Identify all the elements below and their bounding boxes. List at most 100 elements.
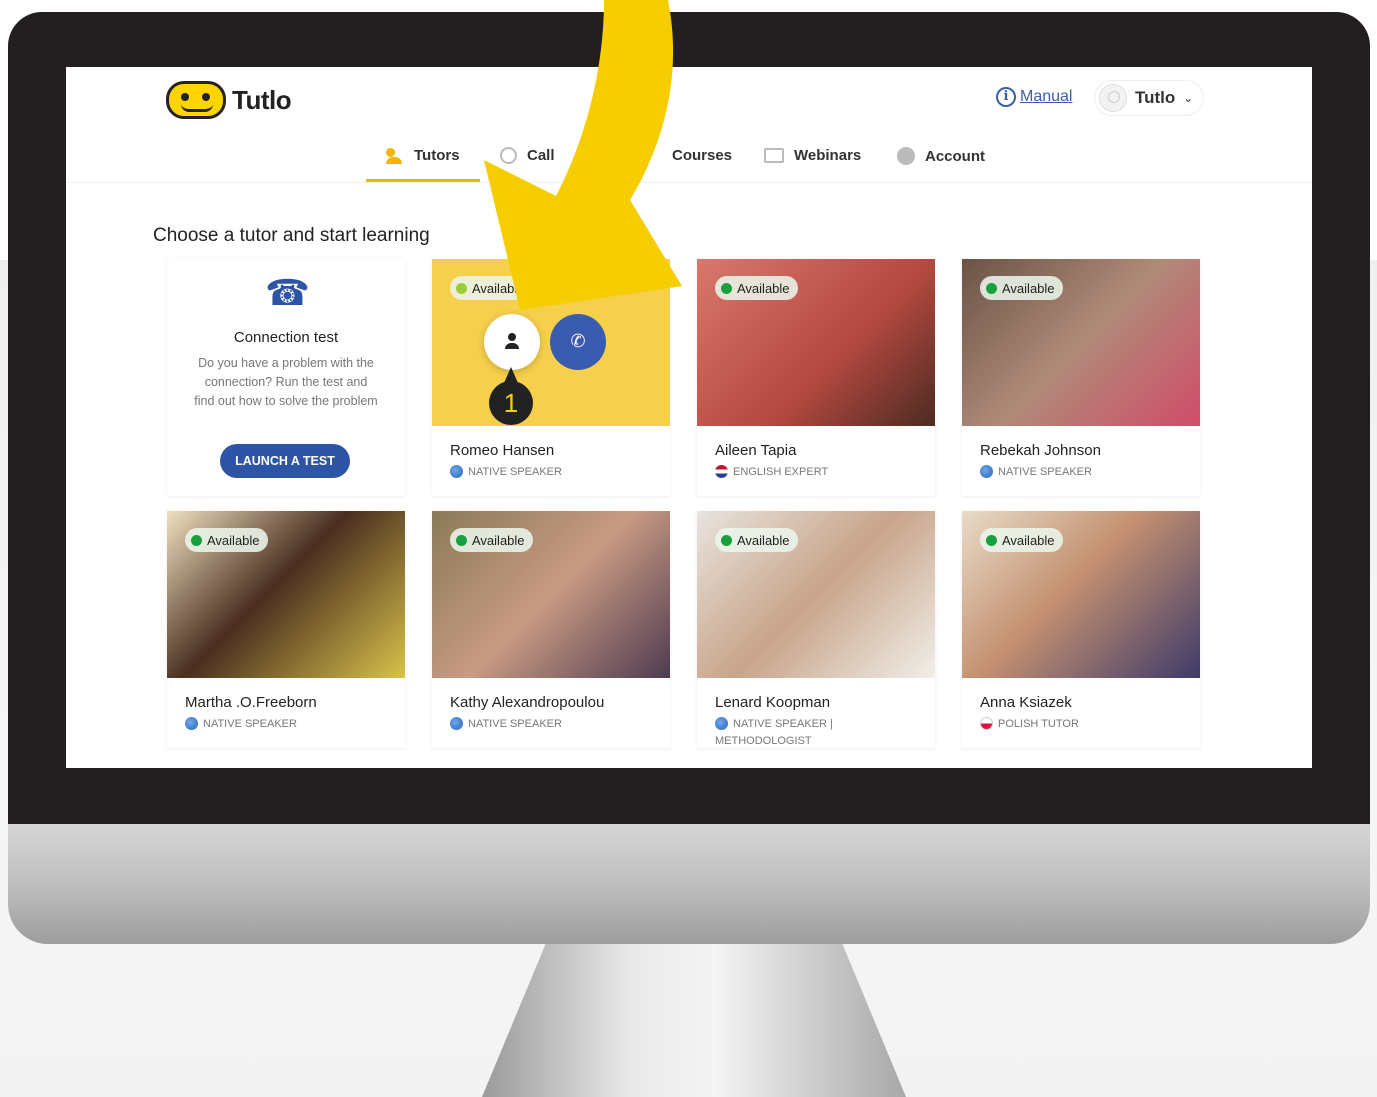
user-menu[interactable]: Tutlo ⌄ bbox=[1094, 80, 1205, 116]
chevron-down-icon: ⌄ bbox=[1183, 91, 1194, 105]
tutor-photo: Available bbox=[697, 511, 935, 678]
status-label: Available bbox=[737, 532, 790, 548]
tutor-name: Martha .O.Freeborn bbox=[185, 694, 317, 711]
status-label: Available bbox=[1002, 280, 1055, 296]
monitor-stand bbox=[482, 944, 906, 1097]
tutor-role-label: POLISH TUTOR bbox=[998, 717, 1079, 730]
status-badge: Available bbox=[715, 528, 798, 552]
tutor-role: NATIVE SPEAKER | bbox=[715, 717, 833, 730]
tutor-role: NATIVE SPEAKER bbox=[450, 717, 562, 730]
globe-flag-icon bbox=[450, 717, 463, 730]
tutor-card[interactable]: Available Lenard Koopman NATIVE SPEAKER … bbox=[697, 511, 935, 748]
main-nav: Tutors Call Courses Webinars Account bbox=[66, 133, 1312, 183]
step-marker: 1 bbox=[489, 367, 533, 425]
tutor-role-label: NATIVE SPEAKER bbox=[468, 717, 562, 730]
connection-test-title: Connection test bbox=[233, 329, 339, 346]
tutor-role: NATIVE SPEAKER bbox=[980, 465, 1092, 478]
manual-link-label: Manual bbox=[1020, 88, 1073, 105]
tutor-photo: Available bbox=[432, 511, 670, 678]
monitor-chin bbox=[8, 824, 1370, 944]
status-badge: Available bbox=[450, 276, 533, 300]
app-header: Tutlo i Manual Tutlo ⌄ bbox=[66, 67, 1312, 133]
tutor-photo: Available ✆ 1 bbox=[432, 259, 670, 426]
tutor-photo: Available bbox=[697, 259, 935, 426]
status-dot-icon bbox=[191, 534, 202, 546]
status-badge: Available bbox=[980, 528, 1063, 552]
logo-text: Tutlo bbox=[232, 84, 292, 115]
status-label: Available bbox=[472, 532, 525, 548]
status-dot-icon bbox=[721, 534, 732, 546]
tutor-card[interactable]: Available Martha .O.Freeborn NATIVE SPEA… bbox=[167, 511, 405, 748]
tutor-role-secondary: METHODOLOGIST bbox=[715, 735, 812, 747]
tab-label: Webinars bbox=[794, 147, 862, 164]
status-badge: Available bbox=[980, 276, 1063, 300]
tutor-role-label: NATIVE SPEAKER bbox=[203, 717, 297, 730]
status-label: Available bbox=[207, 532, 260, 548]
connection-test-card: ☎ Connection test Do you have a problem … bbox=[167, 259, 405, 496]
poland-flag-icon bbox=[980, 717, 993, 730]
logo[interactable]: Tutlo bbox=[166, 81, 292, 119]
tutor-role-label: NATIVE SPEAKER bbox=[468, 465, 562, 478]
tutor-photo: Available bbox=[962, 511, 1200, 678]
avatar bbox=[1099, 84, 1127, 112]
logo-icon bbox=[166, 81, 226, 119]
tutor-name: Kathy Alexandropoulou bbox=[450, 694, 605, 711]
tab-label: Courses bbox=[672, 147, 733, 164]
tab-label: Tutors bbox=[414, 147, 460, 164]
tutor-card[interactable]: Available Rebekah Johnson NATIVE SPEAKER bbox=[962, 259, 1200, 496]
tutor-name: Anna Ksiazek bbox=[980, 694, 1072, 711]
clock-icon bbox=[500, 147, 517, 164]
tab-courses[interactable]: Courses bbox=[672, 147, 732, 164]
tutor-role: NATIVE SPEAKER bbox=[450, 465, 562, 478]
globe-flag-icon bbox=[715, 717, 728, 730]
us-flag-icon bbox=[715, 465, 728, 478]
tutor-name: Aileen Tapia bbox=[715, 442, 797, 459]
globe-flag-icon bbox=[980, 465, 993, 478]
tutor-role: ENGLISH EXPERT bbox=[715, 465, 828, 478]
tutor-card[interactable]: Available Aileen Tapia ENGLISH EXPERT bbox=[697, 259, 935, 496]
tutor-role-label: ENGLISH EXPERT bbox=[733, 465, 829, 478]
info-icon: i bbox=[996, 87, 1016, 107]
page-title: Choose a tutor and start learning bbox=[153, 225, 430, 246]
tutor-role: POLISH TUTOR bbox=[980, 717, 1079, 730]
globe-flag-icon bbox=[450, 465, 463, 478]
tutor-card[interactable]: Available Anna Ksiazek POLISH TUTOR bbox=[962, 511, 1200, 748]
tab-label: Account bbox=[925, 147, 985, 165]
tab-call[interactable]: Call bbox=[500, 147, 555, 164]
phone-icon: ☎ bbox=[265, 273, 310, 314]
tutors-icon bbox=[386, 147, 404, 164]
tutor-role-label: NATIVE SPEAKER bbox=[998, 465, 1092, 478]
tutor-card[interactable]: Available ✆ 1 Romeo Hansen NATIVE SPEAKE… bbox=[432, 259, 670, 496]
account-icon bbox=[897, 147, 915, 165]
status-dot-icon bbox=[986, 282, 997, 294]
tutor-role: NATIVE SPEAKER bbox=[185, 717, 297, 730]
tutor-role-label: NATIVE SPEAKER | bbox=[733, 717, 833, 730]
tutor-photo: Available bbox=[962, 259, 1200, 426]
status-badge: Available bbox=[185, 528, 268, 552]
status-dot-icon bbox=[986, 534, 997, 546]
webinars-icon bbox=[764, 148, 784, 163]
tutor-card[interactable]: Available Kathy Alexandropoulou NATIVE S… bbox=[432, 511, 670, 748]
connection-test-text: Do you have a problem with the connectio… bbox=[194, 356, 378, 408]
view-profile-button[interactable] bbox=[484, 314, 540, 370]
launch-test-button[interactable]: LAUNCH A TEST bbox=[220, 444, 350, 478]
call-tutor-button[interactable]: ✆ bbox=[550, 314, 606, 370]
tutor-name: Rebekah Johnson bbox=[980, 442, 1101, 459]
status-dot-icon bbox=[456, 534, 467, 546]
app-screen: Tutlo i Manual Tutlo ⌄ Tutors Call Cours… bbox=[66, 67, 1312, 768]
status-dot-icon bbox=[456, 282, 467, 294]
tutor-photo: Available bbox=[167, 511, 405, 678]
globe-flag-icon bbox=[185, 717, 198, 730]
status-badge: Available bbox=[450, 528, 533, 552]
tab-account[interactable]: Account bbox=[897, 147, 985, 165]
tutor-name: Lenard Koopman bbox=[715, 694, 831, 711]
status-dot-icon bbox=[721, 282, 732, 294]
status-label: Available bbox=[472, 280, 525, 296]
user-name: Tutlo bbox=[1135, 88, 1176, 107]
tutor-name: Romeo Hansen bbox=[450, 442, 555, 459]
tab-webinars[interactable]: Webinars bbox=[764, 147, 861, 164]
manual-link[interactable]: i Manual bbox=[996, 87, 1072, 107]
tab-tutors[interactable]: Tutors bbox=[366, 147, 480, 182]
status-label: Available bbox=[1002, 532, 1055, 548]
tab-label: Call bbox=[527, 147, 555, 164]
